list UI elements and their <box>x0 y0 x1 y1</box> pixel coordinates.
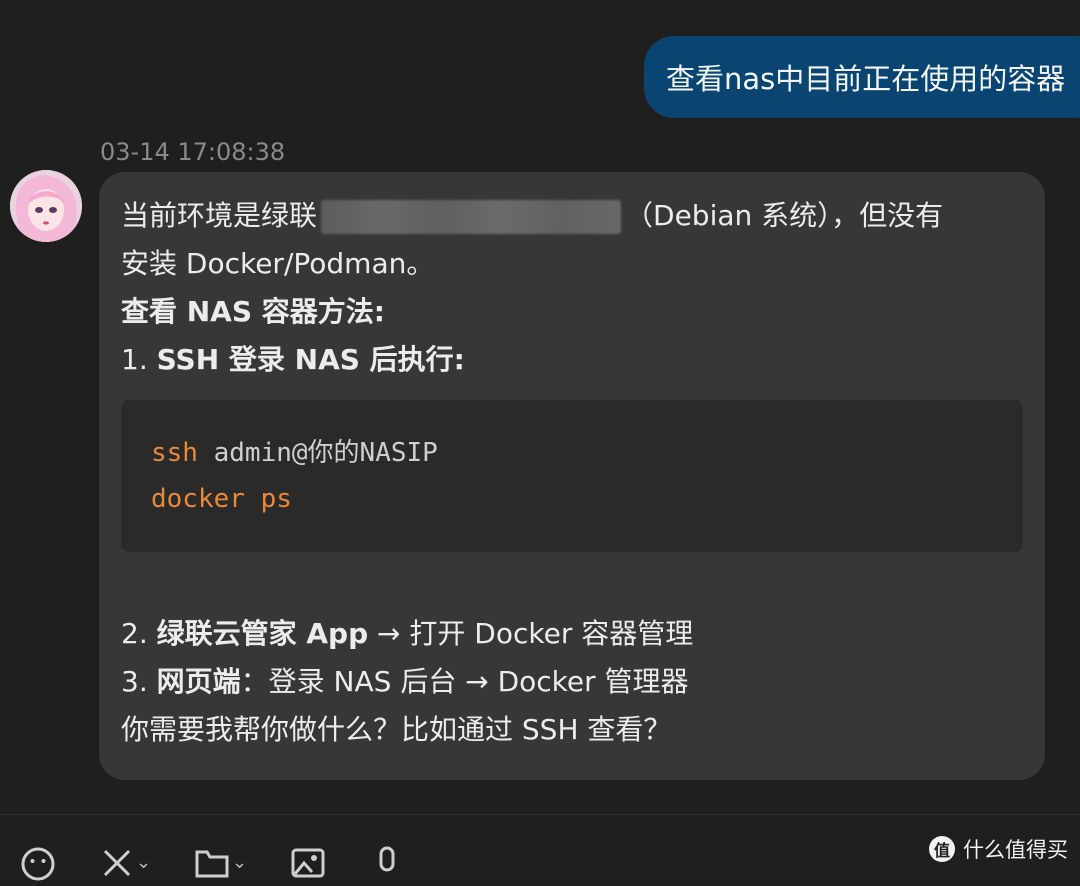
image-button[interactable] <box>290 846 326 886</box>
step-2: 2. 绿联云管家 App → 打开 Docker 容器管理 <box>121 610 1023 658</box>
tools-button[interactable]: ⌄ <box>100 846 151 886</box>
methods-heading: 查看 NAS 容器方法: <box>121 295 385 328</box>
step-2-bold: 绿联云管家 App <box>156 617 369 650</box>
code-line-1: ssh admin@你的NASIP <box>151 430 993 476</box>
user-message-text: 查看nas中目前正在使用的容器 <box>666 62 1066 96</box>
step-1-number: 1. <box>121 343 148 376</box>
step-3-number: 3. <box>121 665 148 698</box>
intro-line-1: 当前环境是绿联 （Debian 系统），但没有 <box>121 192 1023 240</box>
step-1-text: SSH 登录 NAS 后执行: <box>156 343 465 376</box>
assistant-avatar[interactable] <box>10 170 82 242</box>
tools-icon <box>103 849 131 877</box>
watermark: 值 什么值得买 <box>929 834 1068 864</box>
closing-question: 你需要我帮你做什么？比如通过 SSH 查看？ <box>121 713 672 746</box>
emoji-button[interactable] <box>20 846 56 886</box>
step-2-number: 2. <box>121 617 148 650</box>
emoji-icon <box>21 847 55 881</box>
microphone-icon <box>379 846 395 872</box>
redacted-block <box>321 200 622 234</box>
code-argument: admin@你的NASIP <box>197 438 438 468</box>
code-block[interactable]: ssh admin@你的NASIP docker ps <box>121 400 1023 552</box>
step-3-text: ：登录 NAS 后台 → Docker 管理器 <box>240 665 689 698</box>
intro-line-2: 安装 Docker/Podman。 <box>121 247 435 280</box>
step-1: 1. SSH 登录 NAS 后执行: <box>121 336 1023 384</box>
step-3: 3. 网页端：登录 NAS 后台 → Docker 管理器 <box>121 658 1023 706</box>
intro-text-end: （Debian 系统），但没有 <box>625 199 944 232</box>
folder-icon <box>195 850 229 878</box>
intro-text-start: 当前环境是绿联 <box>121 199 318 232</box>
voice-button[interactable] <box>372 846 402 886</box>
chevron-down-icon: ⌄ <box>232 852 248 873</box>
code-line-2: docker ps <box>151 484 292 514</box>
watermark-logo: 值 <box>929 836 955 862</box>
step-3-bold: 网页端 <box>156 665 241 698</box>
user-message-bubble: 查看nas中目前正在使用的容器 <box>644 36 1080 118</box>
folder-button[interactable]: ⌄ <box>194 846 247 886</box>
toolbar-divider <box>0 814 1080 815</box>
chevron-down-icon: ⌄ <box>136 852 152 873</box>
watermark-text: 什么值得买 <box>963 838 1068 862</box>
image-icon <box>291 848 325 878</box>
message-timestamp: 03-14 17:08:38 <box>100 138 286 166</box>
code-command-ssh: ssh <box>151 438 198 468</box>
assistant-message-bubble: 当前环境是绿联 （Debian 系统），但没有 安装 Docker/Podman。… <box>99 172 1045 780</box>
step-2-text: → 打开 Docker 容器管理 <box>368 617 694 650</box>
